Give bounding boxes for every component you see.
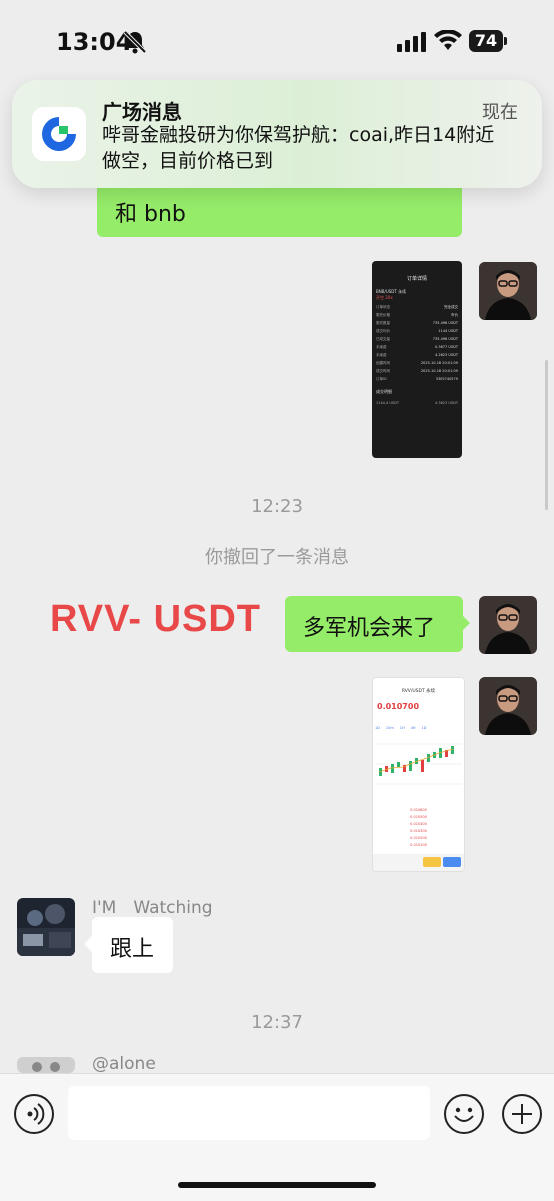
shot1-row-key: 已成交量 (376, 337, 390, 341)
shot1-row-key: 成交时间 (376, 369, 390, 373)
timestamp: 12:23 (251, 496, 303, 517)
avatar[interactable] (479, 596, 537, 654)
wifi-icon (434, 30, 462, 50)
message-text: 多军机会来了 (303, 616, 436, 641)
screenshot-image-2[interactable]: RVV/USDT 永续 0.010700 1D 15m 1H 4H 1D 0.01060… (372, 677, 465, 872)
shot1-footer-key: 1144.4 USDT (376, 401, 399, 405)
battery-level: 74 (469, 30, 503, 52)
notification-banner[interactable]: 广场消息 现在 哔哥金融投研为你保驾护航：coai,昨日14附近做空，目前价格已… (12, 80, 542, 188)
shot1-row-key: 订单ID (376, 377, 387, 381)
clock-time: 13:04 (56, 28, 133, 56)
voice-icon (27, 1103, 45, 1125)
shot2-list-row: 0.010100 (410, 843, 427, 847)
recall-notice: 你撤回了一条消息 (205, 547, 349, 568)
overlay-pair-text: RVV- USDT (50, 598, 262, 640)
status-bar: 13:04 74 (0, 0, 554, 80)
partial-message-bubble[interactable]: 和 bnb (97, 182, 462, 237)
shot2-tab: 1D (375, 726, 380, 730)
avatar[interactable] (17, 1057, 75, 1073)
notification-time: 现在 (482, 102, 518, 123)
shot2-list-row: 0.010400 (410, 822, 427, 826)
shot2-list-row: 0.010300 (410, 829, 427, 833)
screenshot-image-1[interactable]: 订单详情 BNB/USDT 永续 开空 20x 订单状态 完全成交 委托价格 市价 委托… (372, 261, 462, 458)
shot2-list-row: 0.010200 (410, 836, 427, 840)
shot1-row-value: 0.3677 USDT (435, 345, 458, 349)
user-avatar-icon (479, 596, 537, 654)
avatar[interactable] (479, 262, 537, 320)
shot1-row: 手续费 4.2623 USDT (376, 353, 458, 361)
timestamp: 12:37 (251, 1012, 303, 1033)
notification-title: 广场消息 (102, 100, 182, 124)
shot1-row-key: 手续费 (376, 345, 387, 349)
shot1-row-value: 1144 USDT (438, 329, 458, 333)
shot1-row: 订单状态 完全成交 (376, 305, 458, 313)
message-text: 跟上 (110, 937, 155, 962)
emoji-icon (454, 1107, 474, 1122)
shot1-row-value: 735.496 USDT (432, 321, 458, 325)
shot1-row-value: 3305740579 (435, 377, 458, 381)
shot2-pair: RVV/USDT 永续 (401, 689, 436, 694)
shot1-row-value: 2025-10-18 20:01:09 (420, 361, 458, 365)
message-bubble[interactable]: 多军机会来了 (285, 596, 463, 652)
shot2-action-bar (373, 854, 464, 871)
shot1-row-key: 委托价格 (376, 313, 390, 317)
message-bubble[interactable]: 跟上 (92, 917, 173, 973)
more-button[interactable] (502, 1094, 542, 1134)
shot2-price: 0.010700 (377, 702, 420, 711)
shot1-tag: 开空 (376, 295, 384, 300)
user-avatar-icon (479, 262, 537, 320)
emoji-button[interactable] (444, 1094, 484, 1134)
shot1-row-key: 委托数量 (376, 321, 390, 325)
shot2-tab: 1D (421, 726, 427, 730)
sender-name: @alone (92, 1054, 156, 1074)
shot2-list-row: 0.010500 (410, 815, 427, 819)
shot1-row: 创建时间 2025-10-18 20:01:09 (376, 361, 458, 369)
shot1-row: 委托数量 735.496 USDT (376, 321, 458, 329)
shot1-row-key: 订单状态 (376, 305, 390, 309)
voice-button[interactable] (14, 1094, 54, 1134)
sender-name: I'M Watching (92, 898, 213, 918)
shot1-row-value: 完全成交 (444, 305, 458, 309)
shot2-tab: 1H (399, 726, 405, 730)
bell-off-icon (123, 30, 147, 54)
shot1-row: 订单ID 3305740579 (376, 377, 458, 385)
shot1-row: 已成交量 735.496 USDT (376, 337, 458, 345)
sender-avatar-icon (17, 1057, 75, 1073)
shot1-row-value: 2025-10-18 20:01:09 (420, 369, 458, 373)
home-indicator[interactable] (178, 1182, 376, 1188)
bubble-tail-icon (462, 615, 470, 631)
message-input[interactable] (68, 1086, 430, 1140)
shot1-row-key: 手续费 (376, 353, 387, 357)
shot1-row: 成交时间 2025-10-18 20:01:09 (376, 369, 458, 377)
shot1-title: 订单详情 (406, 276, 427, 282)
candlestick-chart-icon (375, 743, 462, 785)
avatar[interactable] (17, 898, 75, 956)
shot2-list-row: 0.010600 (410, 808, 427, 812)
shot1-footer-val: 4.3623 USDT (435, 401, 458, 405)
signal-icon (397, 32, 426, 52)
notification-body: 哔哥金融投研为你保驾护航：coai,昨日14附近做空，目前价格已到 (102, 124, 495, 172)
battery-icon: 74 (469, 30, 509, 52)
user-avatar-icon (479, 677, 537, 735)
shot1-row: 手续费 0.3677 USDT (376, 345, 458, 353)
shot1-section: 成交明细 (376, 389, 392, 394)
sender-avatar-icon (17, 898, 75, 956)
partial-message-text: 和 bnb (115, 202, 186, 227)
app-logo-icon (32, 107, 86, 161)
shot1-row: 成交均价 1144 USDT (376, 329, 458, 337)
scroll-indicator[interactable] (545, 360, 548, 510)
shot1-row-value: 735.496 USDT (432, 337, 458, 341)
shot1-row-key: 成交均价 (376, 329, 390, 333)
shot2-tab: 4H (410, 726, 416, 730)
shot1-tag: 20x (385, 295, 393, 300)
shot2-tab: 15m (385, 726, 394, 730)
shot1-row-value: 4.2623 USDT (435, 353, 458, 357)
bubble-tail-icon (84, 936, 92, 952)
shot1-row-key: 创建时间 (376, 361, 390, 365)
avatar[interactable] (479, 677, 537, 735)
plus-icon (512, 1104, 532, 1124)
shot1-row: 委托价格 市价 (376, 313, 458, 321)
shot1-row-value: 市价 (451, 313, 458, 317)
